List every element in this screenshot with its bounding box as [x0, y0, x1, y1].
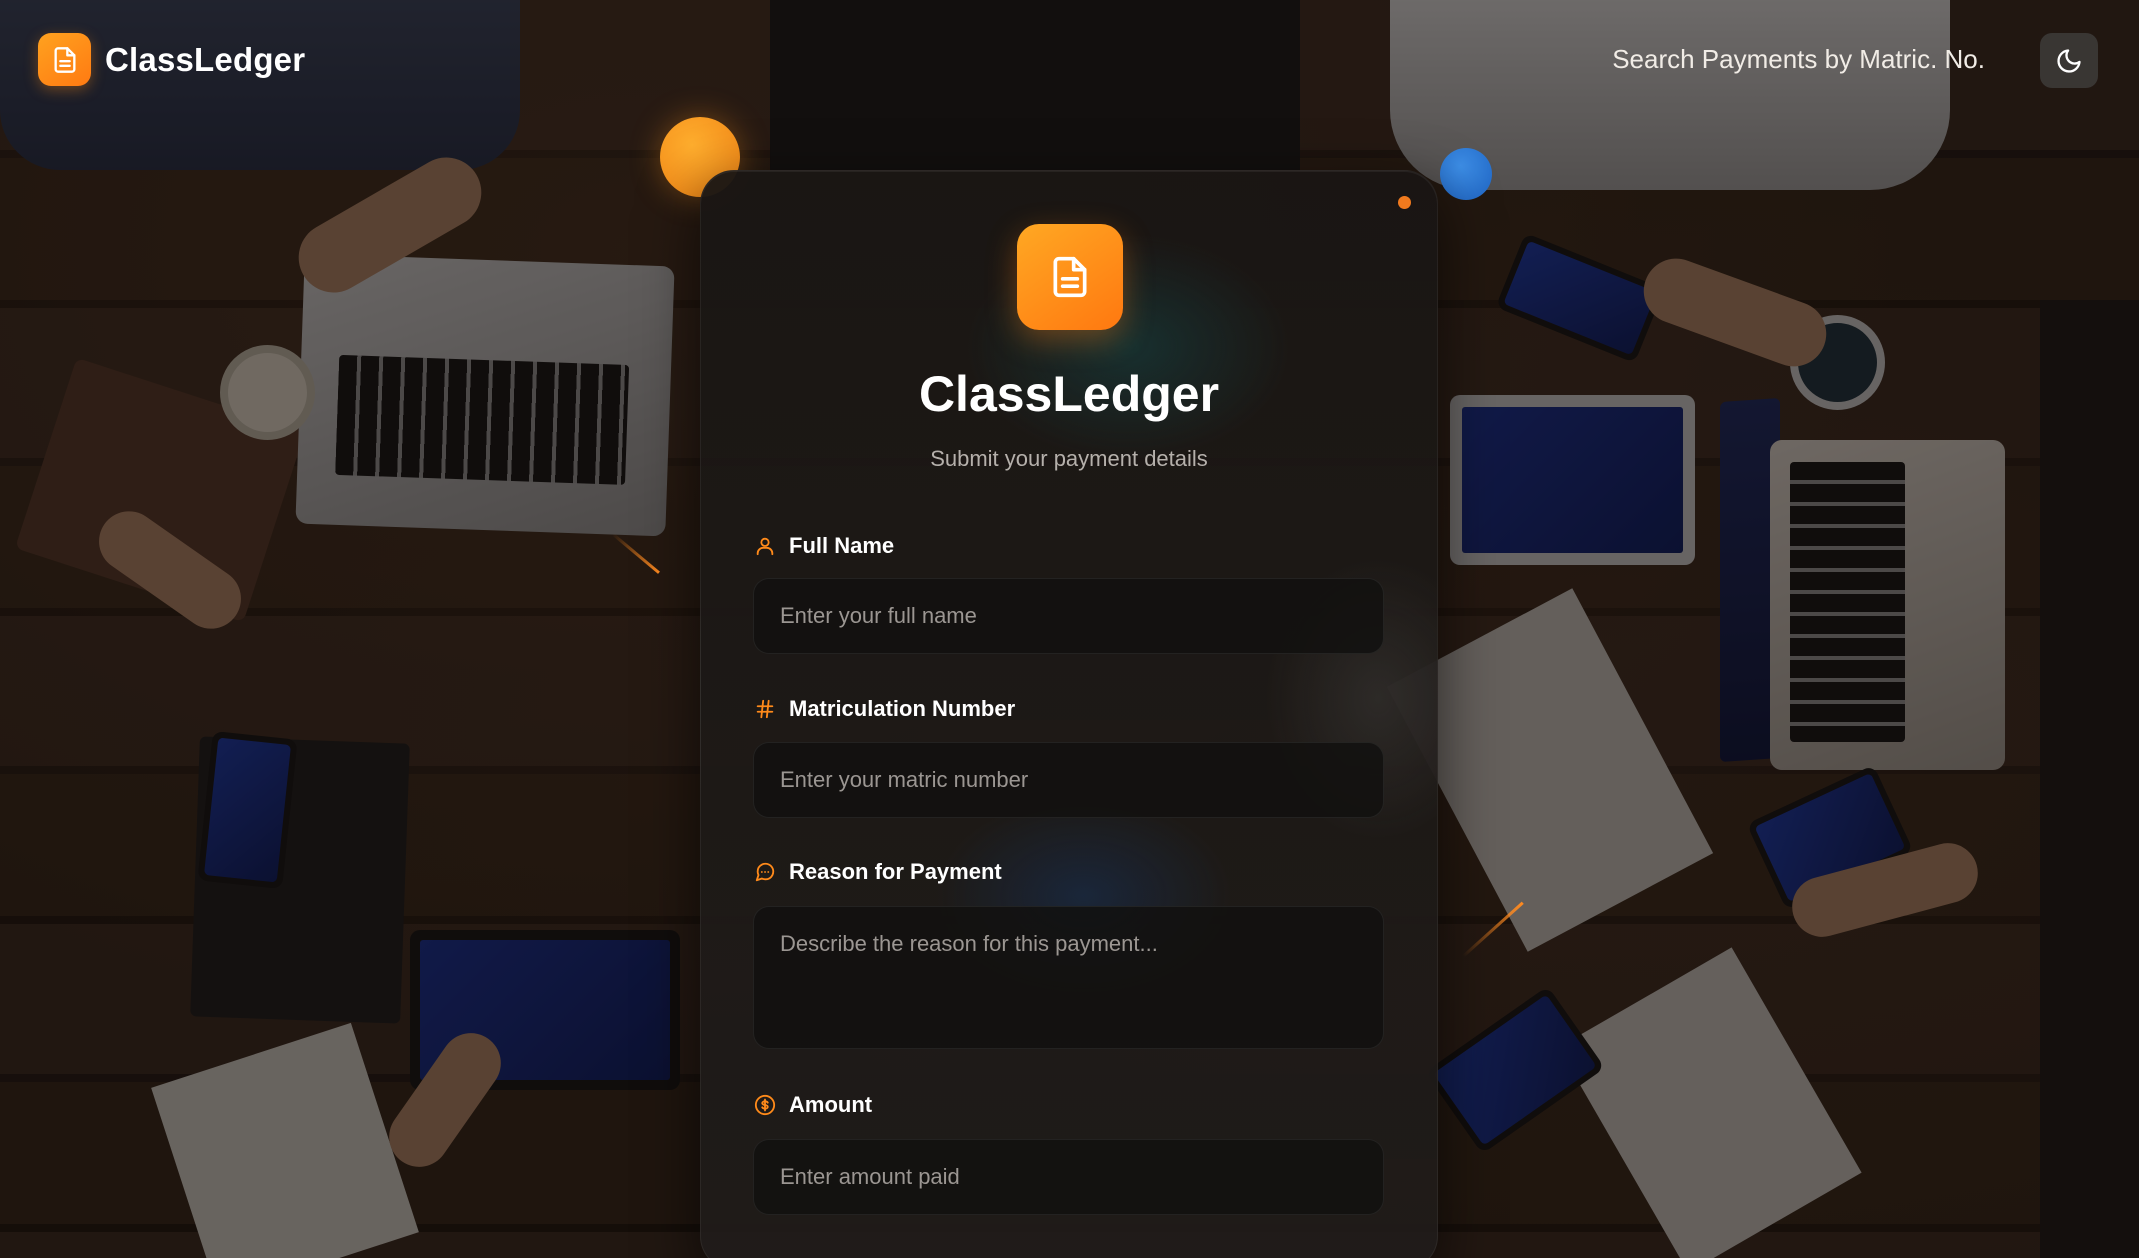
background-laptop-screen — [1720, 397, 1780, 763]
background-tablet — [1450, 395, 1695, 565]
hash-icon — [753, 697, 777, 721]
decorative-dot — [1398, 196, 1411, 209]
background-hand — [1785, 836, 1985, 944]
search-payments-link[interactable]: Search Payments by Matric. No. — [1612, 44, 1985, 75]
matric-number-label-text: Matriculation Number — [789, 696, 1016, 721]
background-laptop — [295, 253, 675, 537]
reason-label-text: Reason for Payment — [789, 859, 1002, 884]
theme-toggle-button[interactable] — [2040, 33, 2098, 88]
background-phone — [1746, 764, 1914, 911]
background-hand — [87, 499, 253, 641]
background-cup — [220, 345, 315, 440]
decorative-orb — [1440, 148, 1492, 200]
background-phone — [1495, 232, 1665, 364]
full-name-label-text: Full Name — [789, 533, 895, 558]
amount-label-text: Amount — [789, 1092, 873, 1117]
background-hand — [1634, 249, 1836, 376]
background-person — [2040, 300, 2139, 1258]
background-tablet — [410, 930, 680, 1090]
background-hand — [377, 1021, 513, 1179]
form-title: ClassLedger — [918, 366, 1220, 422]
reason-textarea[interactable] — [753, 906, 1384, 1049]
background-notebook — [190, 736, 410, 1024]
background-notebook — [14, 357, 306, 623]
top-navbar: ClassLedger Search Payments by Matric. N… — [0, 0, 2139, 120]
background-phone — [197, 730, 298, 890]
brand-name: ClassLedger — [105, 40, 306, 78]
document-icon — [1017, 224, 1123, 330]
moon-icon — [2057, 48, 2081, 73]
message-circle-icon — [753, 860, 777, 884]
payment-form-card: ClassLedger Submit your payment details … — [700, 170, 1438, 1258]
background-paper — [1558, 947, 1862, 1258]
dollar-circle-icon — [753, 1093, 777, 1117]
matric-number-label: Matriculation Number — [753, 696, 1015, 722]
user-icon — [753, 534, 777, 558]
amount-input[interactable] — [753, 1139, 1384, 1215]
background-cup — [1790, 315, 1885, 410]
full-name-label: Full Name — [753, 533, 894, 559]
background-paper — [151, 1022, 419, 1258]
document-icon — [38, 33, 91, 86]
full-name-input[interactable] — [753, 578, 1384, 654]
brand[interactable]: ClassLedger — [38, 33, 305, 86]
form-subtitle: Submit your payment details — [930, 446, 1208, 471]
amount-label: Amount — [753, 1092, 872, 1118]
background-laptop — [1770, 440, 2005, 770]
reason-label: Reason for Payment — [753, 859, 1002, 885]
background-hand — [285, 144, 495, 306]
background-phone — [1424, 986, 1606, 1154]
matric-number-input[interactable] — [753, 742, 1384, 818]
